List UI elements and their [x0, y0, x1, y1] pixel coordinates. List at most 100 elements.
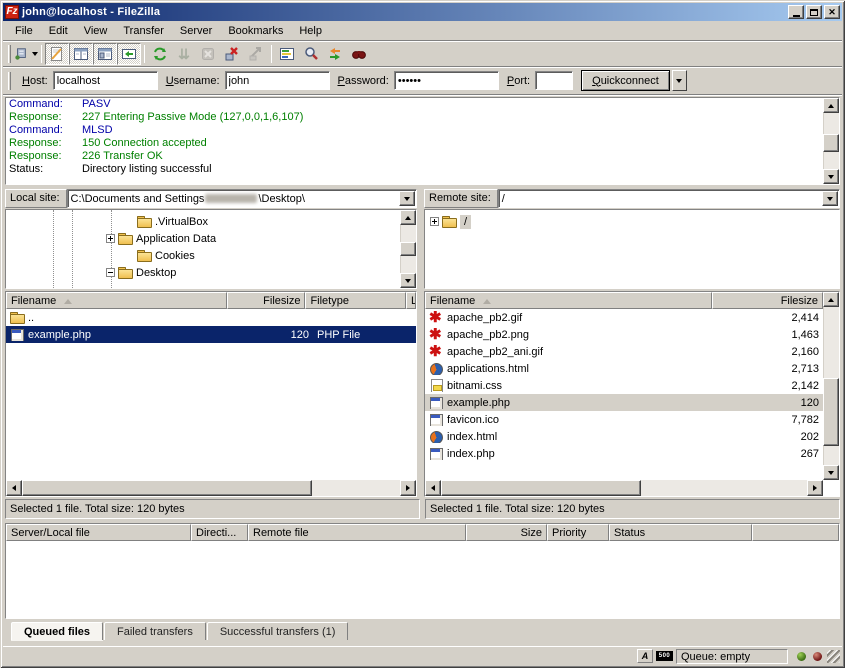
tab-successful-transfers[interactable]: Successful transfers (1): [207, 622, 349, 640]
quickconnect-grip[interactable]: [8, 72, 11, 90]
local-list-hscrollbar[interactable]: [6, 480, 416, 496]
column-header-priority[interactable]: Priority: [547, 524, 609, 541]
column-header-filetype[interactable]: Filetype: [305, 292, 406, 309]
expander-plus-icon[interactable]: [430, 217, 439, 226]
expander-plus-icon[interactable]: [106, 234, 115, 243]
directory-comparison-button[interactable]: [299, 43, 323, 65]
tree-item-virtualbox[interactable]: .VirtualBox: [6, 213, 416, 230]
column-header-filename[interactable]: Filename: [425, 292, 712, 309]
toggle-message-log-button[interactable]: [45, 43, 69, 65]
file-row-selected-inactive[interactable]: example.php120: [425, 394, 823, 411]
tree-item-root[interactable]: /: [425, 213, 839, 230]
quickconnect-button[interactable]: Quickconnect: [581, 70, 670, 91]
tree-item-desktop[interactable]: Desktop: [6, 264, 416, 281]
column-header-size[interactable]: Size: [466, 524, 547, 541]
scroll-up-button[interactable]: [823, 292, 839, 307]
scroll-thumb[interactable]: [823, 134, 839, 152]
scroll-right-button[interactable]: [400, 480, 416, 496]
file-row[interactable]: apache_pb2.png1,463: [425, 326, 823, 343]
password-input[interactable]: [394, 71, 499, 90]
log-scrollbar[interactable]: [823, 98, 839, 184]
file-row-selected[interactable]: example.php 120 PHP File 1: [6, 326, 416, 343]
site-manager-dropdown-icon[interactable]: [32, 52, 38, 56]
scroll-up-button[interactable]: [400, 210, 416, 225]
column-header-filesize[interactable]: Filesize: [227, 292, 305, 309]
directory-listing-filters-button[interactable]: [275, 43, 299, 65]
menu-file[interactable]: File: [7, 23, 41, 39]
queue-body[interactable]: [6, 541, 839, 618]
scroll-thumb[interactable]: [400, 242, 416, 256]
scroll-left-button[interactable]: [425, 480, 441, 496]
close-button[interactable]: [824, 5, 840, 19]
file-row[interactable]: index.html202: [425, 428, 823, 445]
menu-view[interactable]: View: [76, 23, 116, 39]
scroll-left-button[interactable]: [6, 480, 22, 496]
file-row[interactable]: bitnami.css2,142: [425, 377, 823, 394]
file-row[interactable]: apache_pb2.gif2,414: [425, 309, 823, 326]
toolbar-grip[interactable]: [8, 45, 11, 63]
tree-item-cookies[interactable]: Cookies: [6, 247, 416, 264]
menu-server[interactable]: Server: [172, 23, 220, 39]
quickconnect-dropdown-button[interactable]: [672, 70, 687, 91]
tab-queued-files[interactable]: Queued files: [11, 622, 103, 640]
column-header-status[interactable]: Status: [609, 524, 752, 541]
remote-list-hscrollbar[interactable]: [425, 480, 823, 496]
resize-grip[interactable]: [827, 650, 840, 663]
menu-edit[interactable]: Edit: [41, 23, 76, 39]
column-header-last-modified[interactable]: L: [406, 292, 416, 309]
queue-header: Server/Local file Directi... Remote file…: [6, 524, 839, 541]
firefox-html-icon: [429, 362, 444, 375]
menu-bookmarks[interactable]: Bookmarks: [220, 23, 291, 39]
local-site-combo[interactable]: C:\Documents and Settings\Desktop\: [67, 189, 417, 208]
tab-failed-transfers[interactable]: Failed transfers: [104, 622, 206, 640]
toggle-transfer-queue-button[interactable]: [117, 43, 141, 65]
column-header-direction[interactable]: Directi...: [191, 524, 248, 541]
port-input[interactable]: [535, 71, 573, 90]
scroll-thumb[interactable]: [22, 480, 312, 496]
file-row[interactable]: apache_pb2_ani.gif2,160: [425, 343, 823, 360]
scroll-down-button[interactable]: [823, 169, 839, 184]
scroll-right-button[interactable]: [807, 480, 823, 496]
minimize-button[interactable]: [788, 5, 804, 19]
toggle-remote-tree-button[interactable]: [93, 43, 117, 65]
scroll-thumb[interactable]: [823, 378, 839, 446]
remote-site-dropdown-button[interactable]: [822, 191, 838, 206]
remote-site-combo[interactable]: /: [498, 189, 840, 208]
refresh-button[interactable]: [148, 43, 172, 65]
scroll-thumb[interactable]: [441, 480, 641, 496]
scroll-down-button[interactable]: [823, 465, 839, 480]
menu-help[interactable]: Help: [291, 23, 330, 39]
find-files-button[interactable]: [347, 43, 371, 65]
local-directory-tree[interactable]: .VirtualBox Application Data Cookies Des…: [5, 209, 417, 289]
remote-directory-tree[interactable]: /: [424, 209, 840, 289]
column-header-filesize[interactable]: Filesize: [712, 292, 823, 309]
column-header-server-local-file[interactable]: Server/Local file: [6, 524, 191, 541]
scroll-up-button[interactable]: [823, 98, 839, 113]
toggle-local-tree-button[interactable]: [69, 43, 93, 65]
scroll-down-button[interactable]: [400, 273, 416, 288]
synchronized-browsing-button[interactable]: [323, 43, 347, 65]
column-header-filename[interactable]: Filename: [6, 292, 227, 309]
file-row[interactable]: ..: [6, 309, 416, 326]
file-row[interactable]: applications.html2,713: [425, 360, 823, 377]
local-site-dropdown-button[interactable]: [399, 191, 415, 206]
column-header-remote-file[interactable]: Remote file: [248, 524, 466, 541]
pane-splitter[interactable]: [417, 291, 424, 497]
menu-transfer[interactable]: Transfer: [115, 23, 172, 39]
local-tree-scrollbar[interactable]: [400, 210, 416, 288]
site-manager-button[interactable]: [14, 43, 38, 65]
username-input[interactable]: [225, 71, 330, 90]
pane-splitter[interactable]: [417, 189, 424, 289]
host-input[interactable]: [53, 71, 158, 90]
remote-list-vscrollbar[interactable]: [823, 292, 839, 480]
file-row[interactable]: index.php267: [425, 445, 823, 462]
process-queue-button[interactable]: ⇊: [172, 43, 196, 65]
reconnect-button[interactable]: [244, 43, 268, 65]
file-row[interactable]: favicon.ico7,782: [425, 411, 823, 428]
maximize-button[interactable]: [806, 5, 822, 19]
expander-minus-icon[interactable]: [106, 268, 115, 277]
tree-item-application-data[interactable]: Application Data: [6, 230, 416, 247]
file-size: 2,713: [712, 363, 823, 375]
cancel-operation-button[interactable]: [196, 43, 220, 65]
disconnect-button[interactable]: [220, 43, 244, 65]
